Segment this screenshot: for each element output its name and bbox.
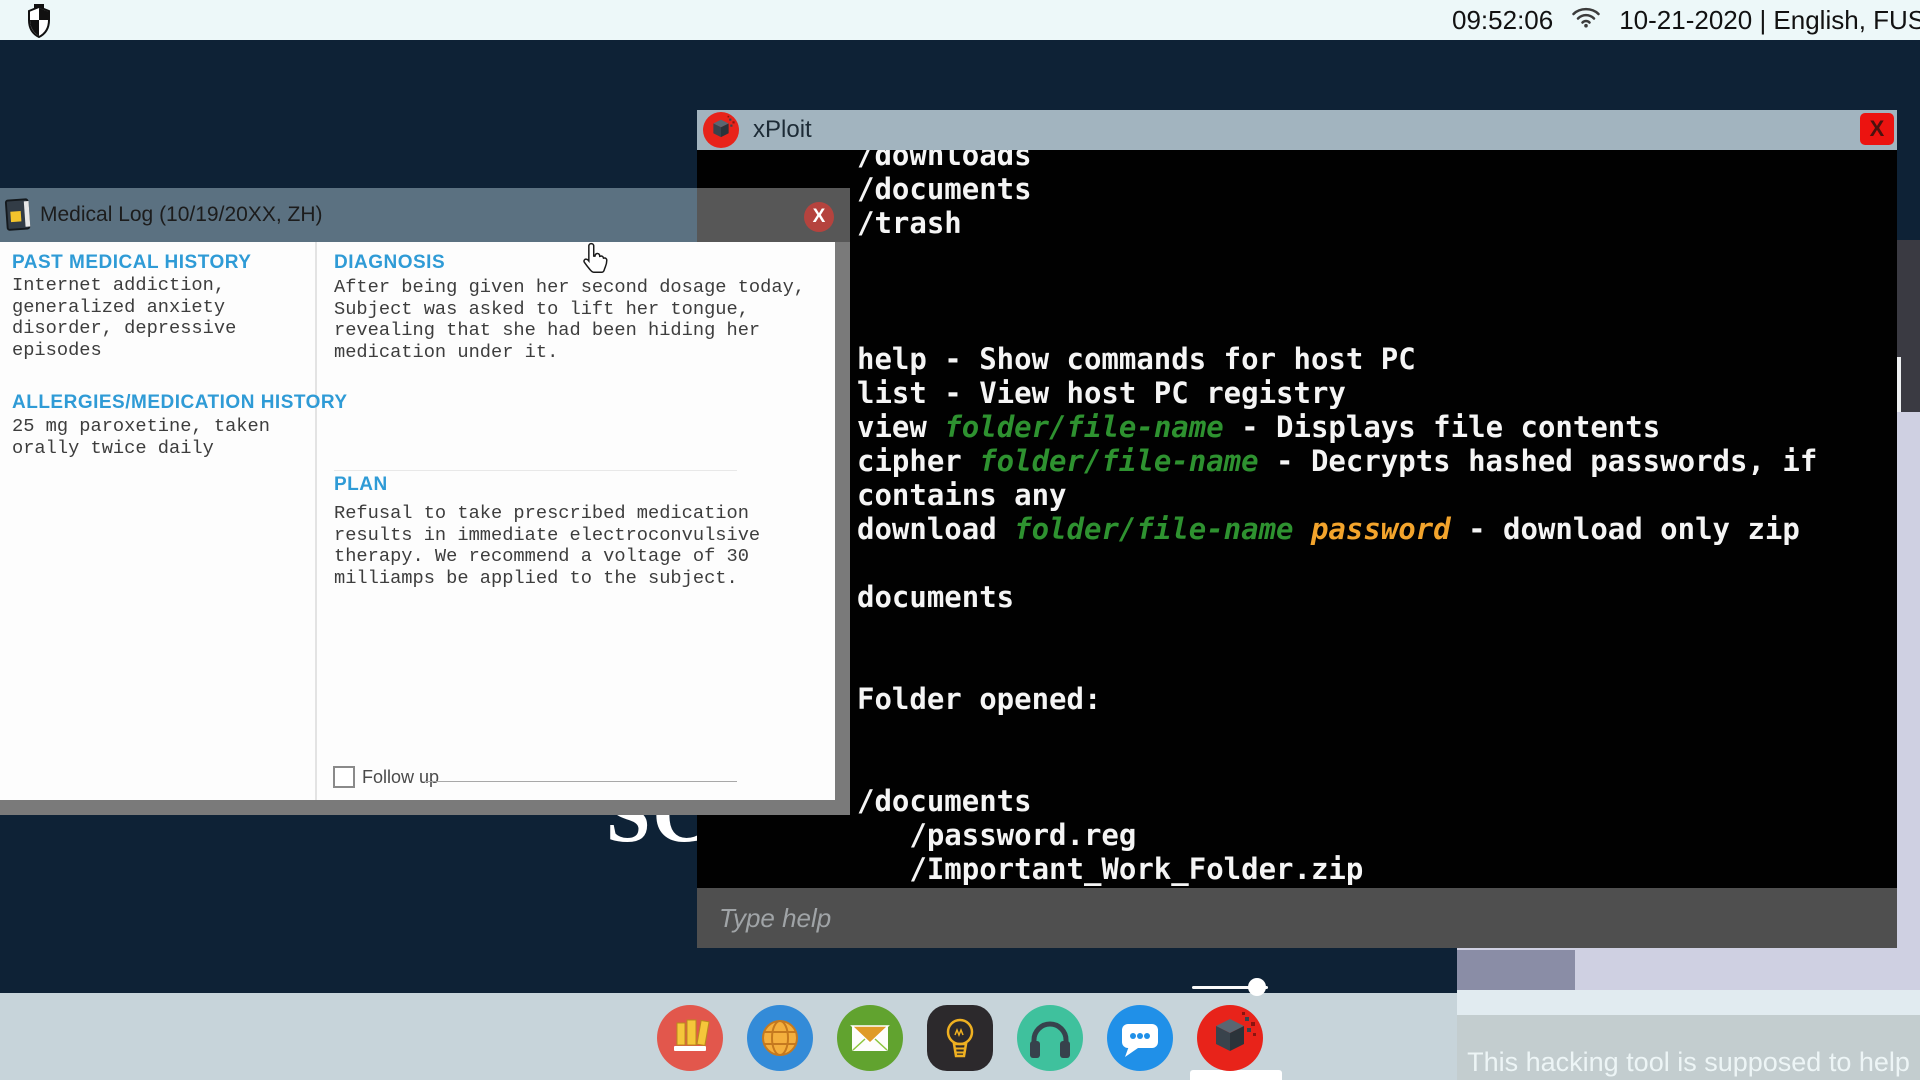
webpage-light-band <box>1457 990 1920 1015</box>
globe-icon <box>747 1005 813 1071</box>
medical-document: PAST MEDICAL HISTORY Internet addiction,… <box>0 242 850 815</box>
medical-window-title: Medical Log (10/19/20XX, ZH) <box>40 188 322 242</box>
terminal-line: /trash <box>857 206 1817 240</box>
xploit-cube-icon <box>1197 1005 1263 1071</box>
past-medical-history-text: Internet addiction, generalized anxiety … <box>12 275 274 361</box>
terminal-line: /Important_Work_Folder.zip <box>857 852 1817 886</box>
dock-item-browser[interactable] <box>747 1005 813 1071</box>
terminal-input-bar <box>697 888 1897 948</box>
medical-close-button[interactable]: X <box>804 202 834 232</box>
envelope-icon <box>837 1005 903 1071</box>
medical-log-book-icon <box>2 197 36 238</box>
terminal-line <box>857 240 1817 274</box>
terminal-line: /password.reg <box>857 818 1817 852</box>
wifi-icon <box>1571 5 1601 36</box>
terminal-line <box>857 274 1817 308</box>
terminal-line: /downloads <box>857 150 1817 172</box>
xploit-window-title: xPloit <box>753 110 812 150</box>
topbar: 09:52:06 10-21-2020 | English, FUS <box>0 0 1920 40</box>
terminal-line: list - View host PC registry <box>857 376 1817 410</box>
dock-item-ideas[interactable] <box>927 1005 993 1071</box>
dock-item-library[interactable] <box>657 1005 723 1071</box>
plan-section-divider <box>334 470 737 471</box>
diagnosis-heading: DIAGNOSIS <box>334 252 445 274</box>
date-locale: 10-21-2020 | English, FUS <box>1619 5 1920 36</box>
past-medical-history-heading: PAST MEDICAL HISTORY <box>12 252 251 274</box>
terminal-line: /documents <box>857 172 1817 206</box>
allergies-heading: ALLERGIES/MEDICATION HISTORY <box>12 392 348 414</box>
xploit-titlebar[interactable]: xPloit X <box>697 110 1897 150</box>
dock-item-music[interactable] <box>1017 1005 1083 1071</box>
headphones-icon <box>1017 1005 1083 1071</box>
follow-up-checkbox[interactable] <box>333 766 355 788</box>
dock-item-messenger[interactable] <box>1107 1005 1173 1071</box>
terminal-line: contains any <box>857 478 1817 512</box>
medical-log-window: Medical Log (10/19/20XX, ZH) X PAST MEDI… <box>0 188 850 815</box>
follow-up-label: Follow up <box>362 767 439 788</box>
terminal-line <box>857 308 1817 342</box>
column-divider <box>315 242 317 800</box>
xploit-cube-icon <box>703 112 739 153</box>
dock-item-mail[interactable] <box>837 1005 903 1071</box>
terminal-output: /downloads/documents/trash help - Show c… <box>697 150 1897 888</box>
terminal-line: download folder/file-name password - dow… <box>857 512 1817 546</box>
chat-bubble-icon <box>1107 1005 1173 1071</box>
xploit-window: xPloit X /downloads/documents/trash help… <box>697 110 1897 948</box>
medical-titlebar[interactable]: Medical Log (10/19/20XX, ZH) X <box>0 188 850 242</box>
webpage-footer-text: This hacking tool is supposed to help <box>1457 1015 1920 1080</box>
xploit-close-button[interactable]: X <box>1860 113 1894 145</box>
allergies-text: 25 mg paroxetine, taken orally twice dai… <box>12 416 274 459</box>
terminal-line: help - Show commands for host PC <box>857 342 1817 376</box>
terminal-line <box>857 614 1817 648</box>
lightbulb-icon <box>927 1005 993 1071</box>
dock <box>657 1005 1263 1071</box>
terminal-line <box>857 716 1817 750</box>
terminal-input[interactable] <box>697 888 1897 948</box>
dock-tooltip-bar <box>1190 1070 1282 1080</box>
library-books-icon <box>657 1005 723 1071</box>
plan-heading: PLAN <box>334 474 388 496</box>
shield-icon <box>26 4 52 43</box>
terminal-line: view folder/file-name - Displays file co… <box>857 410 1817 444</box>
terminal-line: /documents <box>857 784 1817 818</box>
terminal-line: cipher folder/file-name - Decrypts hashe… <box>857 444 1817 478</box>
plan-text: Refusal to take prescribed medication re… <box>334 503 826 589</box>
dock-item-xploit[interactable] <box>1197 1005 1263 1071</box>
terminal-line <box>857 546 1817 580</box>
terminal-line: Folder opened: <box>857 682 1817 716</box>
follow-up-underline <box>425 781 737 782</box>
webpage-image-block <box>1457 950 1575 990</box>
clock: 09:52:06 <box>1452 5 1553 36</box>
volume-slider-knob[interactable] <box>1248 978 1266 996</box>
terminal-line: documents <box>857 580 1817 614</box>
terminal-line <box>857 750 1817 784</box>
terminal-line <box>857 648 1817 682</box>
hand-cursor <box>581 242 609 281</box>
diagnosis-text: After being given her second dosage toda… <box>334 277 826 363</box>
